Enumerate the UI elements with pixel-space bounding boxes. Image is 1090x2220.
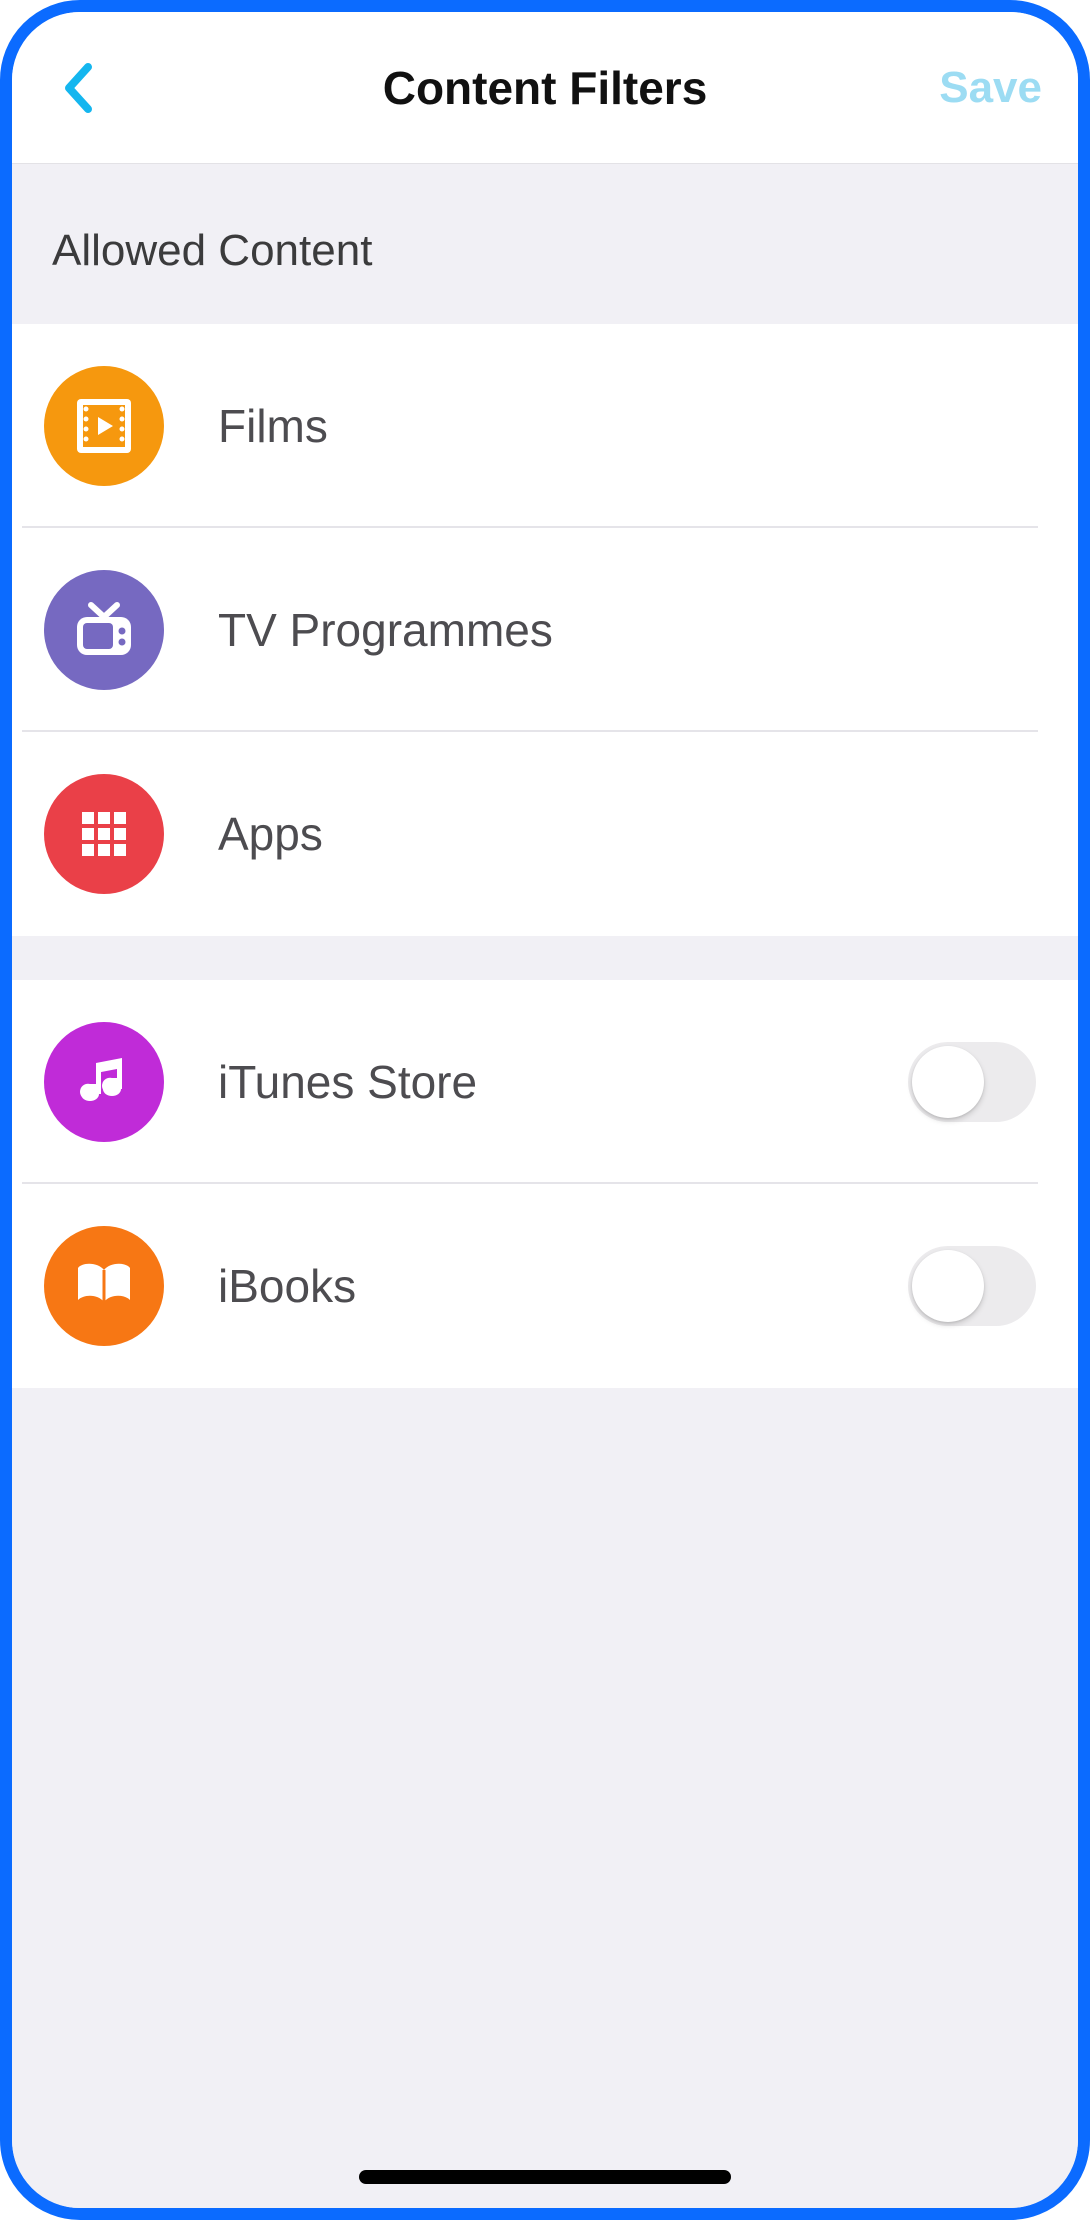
row-label: iBooks xyxy=(218,1259,908,1313)
film-icon xyxy=(44,366,164,486)
page-title: Content Filters xyxy=(12,61,1078,115)
list-group-1: Films TV Programmes xyxy=(12,324,1078,936)
group-gap xyxy=(12,936,1078,980)
row-label: TV Programmes xyxy=(218,603,1046,657)
save-button[interactable]: Save xyxy=(939,63,1042,113)
row-itunes-store: iTunes Store xyxy=(12,980,1078,1184)
chevron-left-icon xyxy=(63,63,93,113)
home-indicator[interactable] xyxy=(359,2170,731,2184)
tv-icon xyxy=(44,570,164,690)
toggle-ibooks[interactable] xyxy=(908,1246,1036,1326)
toggle-itunes-store[interactable] xyxy=(908,1042,1036,1122)
device-frame: Content Filters Save Allowed Content xyxy=(0,0,1090,2220)
toggle-knob xyxy=(912,1250,984,1322)
list-group-2: iTunes Store iBooks xyxy=(12,980,1078,1388)
row-label: iTunes Store xyxy=(218,1055,908,1109)
toggle-knob xyxy=(912,1046,984,1118)
section-header-label: Allowed Content xyxy=(52,226,1038,276)
row-tv-programmes[interactable]: TV Programmes xyxy=(12,528,1078,732)
row-label: Apps xyxy=(218,807,1046,861)
section-header: Allowed Content xyxy=(12,164,1078,324)
row-ibooks: iBooks xyxy=(12,1184,1078,1388)
empty-area xyxy=(12,1388,1078,2208)
row-films[interactable]: Films xyxy=(12,324,1078,528)
row-label: Films xyxy=(218,399,1046,453)
back-button[interactable] xyxy=(48,58,108,118)
apps-grid-icon xyxy=(44,774,164,894)
music-note-icon xyxy=(44,1022,164,1142)
book-icon xyxy=(44,1226,164,1346)
row-apps[interactable]: Apps xyxy=(12,732,1078,936)
nav-bar: Content Filters Save xyxy=(12,12,1078,164)
